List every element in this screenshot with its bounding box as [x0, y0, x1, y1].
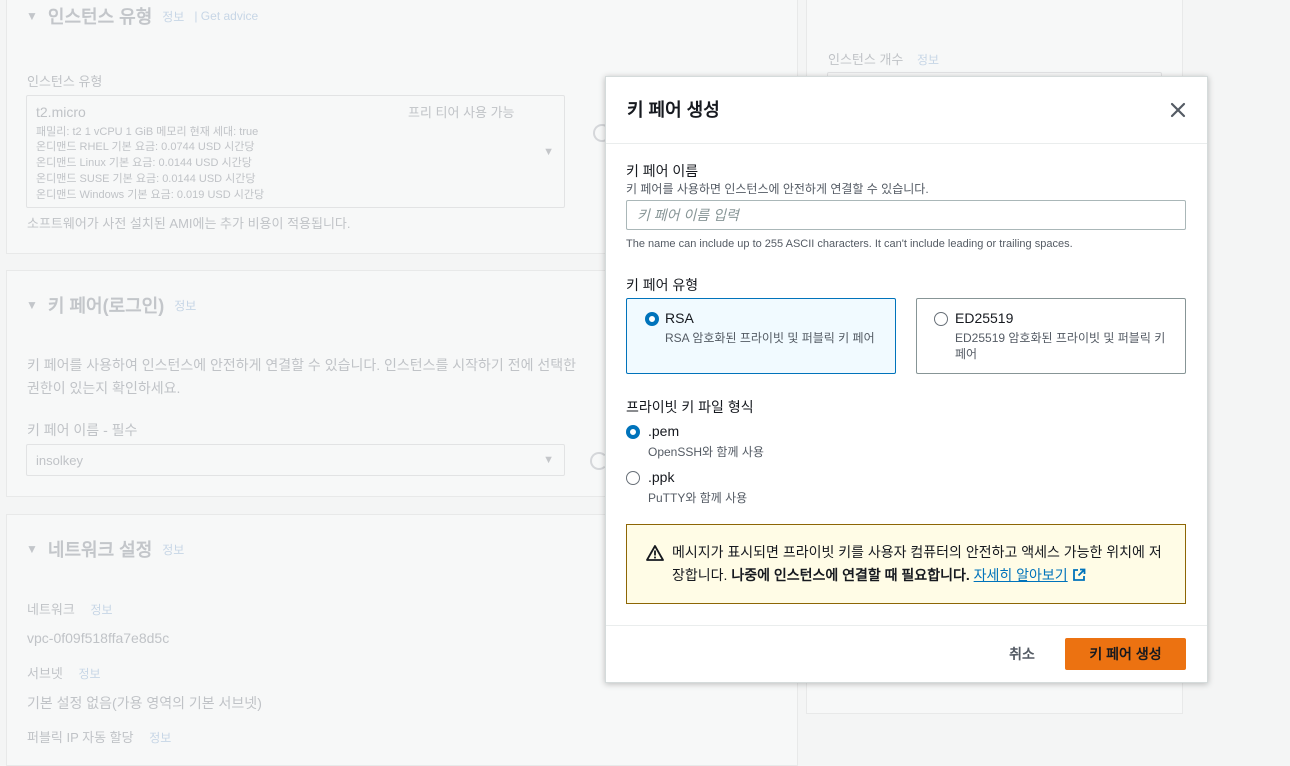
radio-unselected-icon[interactable] [626, 471, 640, 485]
create-keypair-button[interactable]: 키 페어 생성 [1065, 638, 1186, 670]
subnet-label: 서브넷 정보 [27, 666, 101, 681]
info-link[interactable]: 정보 [90, 603, 112, 617]
instance-detail-line: 온디맨드 Linux 기본 요금: 0.0144 USD 시간당 [36, 157, 252, 169]
keypair-name-input[interactable] [626, 200, 1186, 230]
info-link[interactable]: 정보 [79, 667, 101, 681]
network-value: vpc-0f09f518ffa7e8d5c [27, 630, 170, 646]
keypair-name-label: 키 페어 이름 [626, 163, 699, 179]
subnet-value: 기본 설정 없음(가용 영역의 기본 서브넷) [27, 695, 262, 711]
radio-selected-icon[interactable] [645, 312, 659, 326]
format-option-ppk[interactable]: .ppk PuTTY와 함께 사용 [626, 469, 826, 505]
instance-type-heading[interactable]: ▼ 인스턴스 유형 정보 | Get advice [26, 3, 258, 29]
network-label: 네트워크 정보 [27, 602, 113, 617]
expand-triangle-icon: ▼ [26, 9, 38, 23]
network-heading[interactable]: ▼ 네트워크 설정 정보 [26, 536, 184, 562]
instance-detail-line: 온디맨드 Windows 기본 요금: 0.019 USD 시간당 [36, 189, 265, 201]
warning-icon [646, 545, 664, 566]
modal-title: 키 페어 생성 [627, 100, 720, 120]
keypair-select[interactable]: insolkey ▼ [26, 444, 565, 476]
expand-triangle-icon: ▼ [26, 542, 38, 556]
info-link[interactable]: 정보 [174, 297, 196, 314]
instance-type-label: 인스턴스 유형 [27, 74, 103, 89]
create-keypair-modal: 키 페어 생성 키 페어 이름 키 페어를 사용하면 인스턴스에 안전하게 연결… [605, 76, 1208, 683]
external-link-icon[interactable] [1072, 566, 1086, 589]
instance-detail-line: 패밀리: t2 1 vCPU 1 GiB 메모리 현재 세대: true [36, 126, 259, 138]
radio-selected-icon[interactable] [626, 425, 640, 439]
warning-text: 메시지가 표시되면 프라이빗 키를 사용자 컴퓨터의 안전하고 액세스 가능한 … [672, 541, 1167, 589]
instance-type-value: t2.micro [36, 104, 86, 120]
keypair-name-description: 키 페어를 사용하면 인스턴스에 안전하게 연결할 수 있습니다. [626, 182, 929, 196]
format-option-pem[interactable]: .pem OpenSSH와 함께 사용 [626, 423, 826, 459]
private-key-format-label: 프라이빗 키 파일 형식 [626, 399, 754, 415]
close-icon[interactable] [1167, 99, 1189, 121]
keypair-name-constraint: The name can include up to 255 ASCII cha… [626, 238, 1073, 250]
info-link[interactable]: 정보 [917, 53, 939, 67]
keypair-select-value: insolkey [36, 453, 83, 468]
keypair-type-title: ED25519 [955, 310, 1014, 326]
format-title: .pem [648, 423, 680, 439]
keypair-type-ed25519[interactable]: ED25519 ED25519 암호화된 프라이빗 및 퍼블릭 키 페어 [916, 298, 1186, 374]
keypair-type-rsa[interactable]: RSA RSA 암호화된 프라이빗 및 퍼블릭 키 페어 [626, 298, 896, 374]
keypair-heading[interactable]: ▼ 키 페어(로그인) 정보 [26, 292, 196, 318]
keypair-desc: 권한이 있는지 확인하세요. [27, 380, 181, 396]
info-link[interactable]: 정보 [162, 8, 184, 25]
format-description: OpenSSH와 함께 사용 [648, 445, 764, 459]
info-link[interactable]: 정보 [149, 731, 171, 745]
instance-type-note: 소프트웨어가 사전 설치된 AMI에는 추가 비용이 적용됩니다. [27, 216, 351, 231]
modal-footer: 취소 키 페어 생성 [606, 625, 1207, 683]
learn-more-link[interactable]: 자세히 알아보기 [974, 567, 1068, 583]
keypair-type-title: RSA [665, 310, 694, 326]
instance-count-label: 인스턴스 개수 정보 [828, 52, 940, 67]
keypair-type-label: 키 페어 유형 [626, 277, 699, 293]
public-ip-label: 퍼블릭 IP 자동 할당 정보 [27, 730, 172, 745]
format-title: .ppk [648, 469, 675, 485]
expand-triangle-icon: ▼ [26, 298, 38, 312]
instance-detail-line: 온디맨드 SUSE 기본 요금: 0.0144 USD 시간당 [36, 173, 256, 185]
radio-unselected-icon[interactable] [934, 312, 948, 326]
modal-header: 키 페어 생성 [606, 77, 1207, 144]
keypair-type-description: RSA 암호화된 프라이빗 및 퍼블릭 키 페어 [665, 331, 875, 345]
cancel-button[interactable]: 취소 [998, 638, 1046, 670]
get-advice-link[interactable]: | Get advice [194, 9, 258, 23]
keypair-type-description: ED25519 암호화된 프라이빗 및 퍼블릭 키 페어 [955, 331, 1166, 361]
format-description: PuTTY와 함께 사용 [648, 491, 748, 505]
free-tier-badge: 프리 티어 사용 가능 [408, 105, 515, 120]
warning-alert: 메시지가 표시되면 프라이빗 키를 사용자 컴퓨터의 안전하고 액세스 가능한 … [626, 524, 1186, 604]
instance-detail-line: 온디맨드 RHEL 기본 요금: 0.0744 USD 시간당 [36, 141, 255, 153]
instance-type-select[interactable]: t2.micro 프리 티어 사용 가능 패밀리: t2 1 vCPU 1 Gi… [26, 95, 565, 208]
caret-down-icon: ▼ [543, 145, 554, 158]
keypair-field-label: 키 페어 이름 - 필수 [27, 422, 138, 438]
caret-down-icon: ▼ [543, 454, 554, 466]
info-link[interactable]: 정보 [162, 541, 184, 558]
keypair-desc: 키 페어를 사용하여 인스턴스에 안전하게 연결할 수 있습니다. 인스턴스를 … [27, 357, 576, 373]
